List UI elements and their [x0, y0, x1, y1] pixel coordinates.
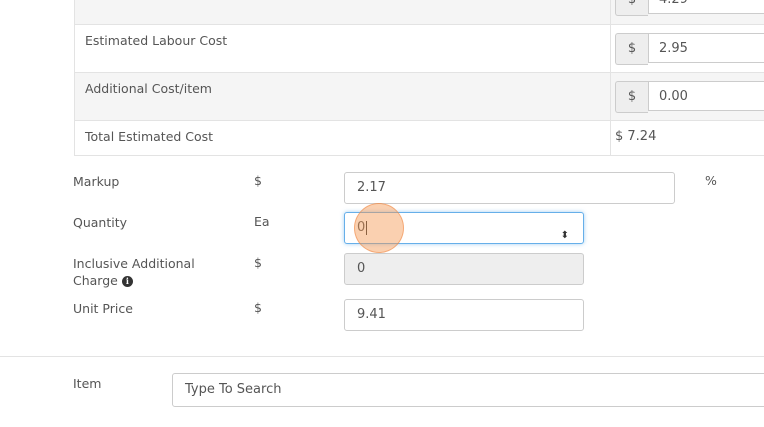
- item-search-input[interactable]: Type To Search: [172, 373, 764, 407]
- cost-row-total: Total Estimated Cost $ 7.24: [75, 121, 764, 156]
- unit-price-input[interactable]: 9.41: [344, 299, 584, 331]
- total-cost-value: $ 7.24: [615, 129, 657, 144]
- currency-addon: $: [615, 0, 648, 16]
- page: $ 4.29 Estimated Labour Cost $ 2.95 Addi…: [0, 0, 764, 427]
- quantity-stepper[interactable]: 0 ⬍: [344, 212, 584, 244]
- inclusive-charge-label-line1: Inclusive Additional: [73, 256, 195, 271]
- cost-table: $ 4.29 Estimated Labour Cost $ 2.95 Addi…: [74, 0, 764, 156]
- markup-input[interactable]: 2.17: [344, 172, 675, 204]
- inclusive-charge-input: 0: [344, 253, 584, 285]
- additional-cost-group: $ 0.00: [615, 81, 764, 113]
- info-icon[interactable]: i: [121, 276, 133, 287]
- material-cost-input[interactable]: 4.29: [648, 0, 764, 14]
- quantity-value: 0: [357, 220, 366, 235]
- currency-addon: $: [615, 81, 648, 113]
- markup-label: Markup: [73, 174, 120, 189]
- markup-percent-label: %: [705, 173, 717, 188]
- labour-cost-input[interactable]: 2.95: [648, 33, 764, 63]
- unit-price-label: Unit Price: [73, 301, 133, 316]
- inclusive-charge-label: Inclusive Additional Charge i: [73, 255, 195, 289]
- labour-cost-group: $ 2.95: [615, 33, 764, 65]
- cost-row-material: $ 4.29: [75, 0, 764, 25]
- cost-row-labour: Estimated Labour Cost $ 2.95: [75, 25, 764, 73]
- spinner-arrows-icon[interactable]: ⬍: [561, 221, 569, 251]
- item-label: Item: [73, 376, 102, 391]
- currency-addon: $: [615, 33, 648, 65]
- inclusive-charge-unit: $: [254, 255, 262, 270]
- additional-cost-label: Additional Cost/item: [85, 81, 212, 96]
- labour-cost-label: Estimated Labour Cost: [85, 33, 228, 48]
- section-divider: [0, 356, 764, 357]
- quantity-label: Quantity: [73, 215, 128, 230]
- quantity-unit: Ea: [254, 214, 270, 229]
- inclusive-charge-label-line2: Charge: [73, 273, 118, 288]
- text-caret: [366, 220, 368, 235]
- unit-price-unit: $: [254, 300, 262, 315]
- markup-unit: $: [254, 173, 262, 188]
- total-cost-label: Total Estimated Cost: [85, 129, 214, 144]
- cost-row-additional: Additional Cost/item $ 0.00: [75, 73, 764, 121]
- additional-cost-input[interactable]: 0.00: [648, 81, 764, 111]
- material-cost-group: $ 4.29: [615, 0, 764, 16]
